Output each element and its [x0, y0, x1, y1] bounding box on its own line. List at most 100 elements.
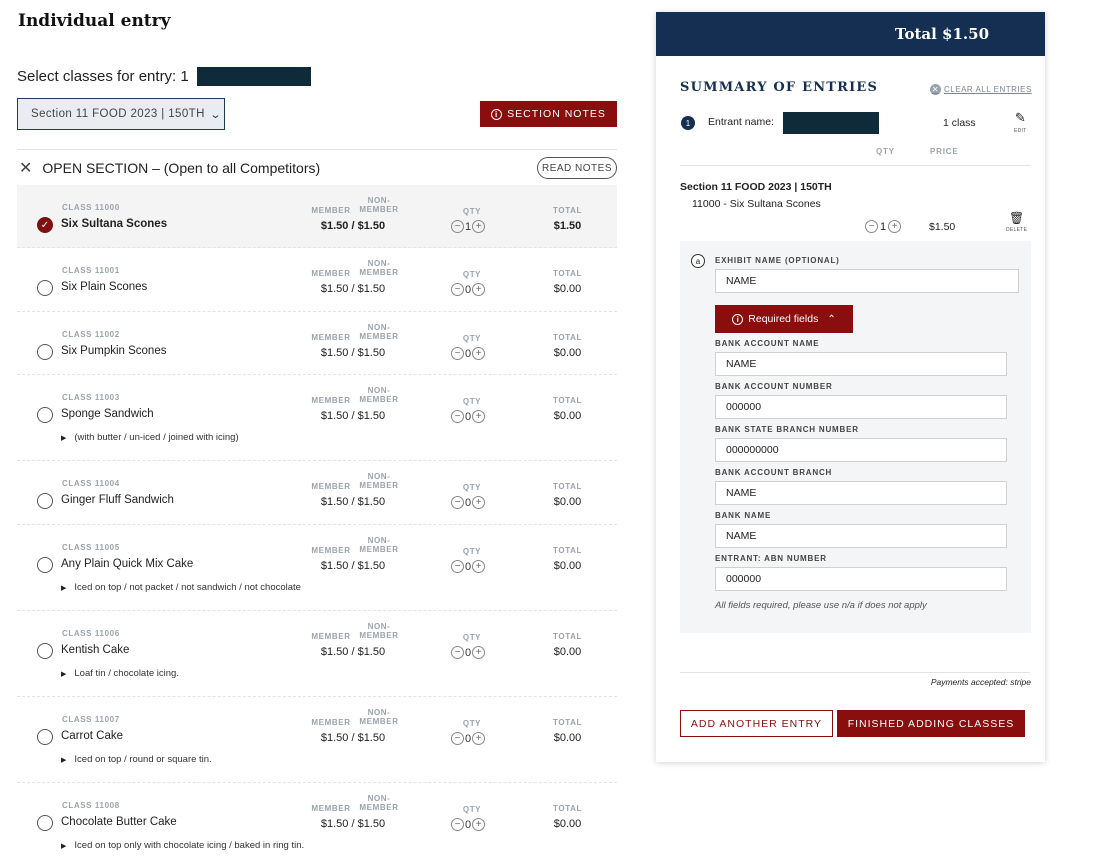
edit-label: EDIT — [1014, 128, 1027, 134]
class-price: $1.50 / $1.50 — [320, 347, 386, 359]
plus-circle-icon[interactable]: + — [472, 818, 486, 831]
plus-circle-icon[interactable]: + — [472, 732, 486, 745]
open-section-header: ✕ OPEN SECTION – (Open to all Competitor… — [17, 149, 617, 185]
minus-circle-icon[interactable]: − — [451, 410, 464, 423]
non-member-header-line1: NON- — [367, 472, 391, 481]
clear-all-entries-link[interactable]: ✕ CLEAR ALL ENTRIES — [930, 84, 1032, 95]
class-radio[interactable] — [37, 344, 53, 360]
non-member-header: NON- — [355, 259, 403, 268]
member-header: MEMBER — [311, 546, 351, 555]
minus-circle-icon[interactable]: − — [451, 646, 464, 659]
trash-icon: 🗑 — [1009, 211, 1025, 225]
required-field-input[interactable]: 000000 — [715, 395, 1007, 419]
minus-circle-icon[interactable]: − — [451, 220, 464, 233]
qty-header: QTY — [462, 207, 482, 216]
minus-circle-icon[interactable]: − — [451, 560, 464, 573]
required-field-label: BANK ACCOUNT NUMBER — [715, 382, 833, 391]
class-row[interactable]: CLASS 11001 Six Plain Scones NON- MEMBER MEM… — [17, 248, 617, 312]
qty-header: QTY — [462, 719, 482, 728]
plus-circle-icon[interactable]: + — [472, 646, 486, 659]
minus-circle-icon[interactable]: − — [451, 347, 464, 360]
required-field-input[interactable]: NAME — [715, 352, 1007, 376]
class-row[interactable]: CLASS 11003 Sponge Sandwich NON- MEMBER MEMB… — [17, 375, 617, 461]
class-code: CLASS 11005 — [62, 543, 120, 552]
class-row[interactable]: CLASS 11002 Six Pumpkin Scones NON- MEMBER M… — [17, 312, 617, 375]
class-row[interactable]: CLASS 11004 Ginger Fluff Sandwich NON- MEMB… — [17, 461, 617, 525]
class-name: Chocolate Butter Cake — [61, 816, 177, 828]
plus-circle-icon[interactable]: + — [472, 347, 486, 360]
class-price: $1.50 / $1.50 — [320, 220, 386, 232]
required-field-input[interactable]: 000000 — [715, 567, 1007, 591]
class-description[interactable]: ▶ Loaf tin / chocolate icing. — [61, 668, 179, 679]
class-radio[interactable] — [37, 557, 53, 573]
plus-circle-icon[interactable]: + — [472, 220, 486, 233]
close-icon: ✕ — [930, 84, 941, 95]
member-header: MEMBER — [311, 632, 351, 641]
minus-circle-icon[interactable]: − — [451, 496, 464, 509]
class-row[interactable]: ✓ CLASS 11000 Six Sultana Scones NON- MEMBER… — [17, 185, 617, 248]
total-header: TOTAL — [553, 206, 582, 215]
required-field-label: BANK NAME — [715, 511, 772, 520]
plus-circle-icon[interactable]: + — [472, 560, 486, 573]
class-radio[interactable] — [37, 815, 53, 831]
minus-circle-icon[interactable]: − — [451, 818, 464, 831]
caret-right-icon: ▶ — [61, 584, 67, 592]
class-row[interactable]: CLASS 11008 Chocolate Butter Cake NON- MEMB… — [17, 783, 617, 861]
member-header: MEMBER — [311, 269, 351, 278]
summary-section-title: Section 11 FOOD 2023 | 150TH — [680, 181, 832, 193]
required-field-input[interactable]: NAME — [715, 481, 1007, 505]
required-field-input[interactable]: 000000000 — [715, 438, 1007, 462]
class-description[interactable]: ▶ Iced on top / not packet / not sandwich… — [61, 582, 301, 593]
class-list: ✓ CLASS 11000 Six Sultana Scones NON- MEMBER… — [17, 185, 617, 861]
qty-header: QTY — [462, 483, 482, 492]
delete-item-button[interactable]: 🗑 DELETE — [1006, 212, 1027, 236]
qty-header: QTY — [462, 805, 482, 814]
class-radio[interactable] — [37, 280, 53, 296]
minus-circle-icon[interactable]: − — [451, 283, 464, 296]
plus-circle-icon[interactable]: + — [472, 410, 486, 423]
member-header: MEMBER — [311, 206, 351, 215]
close-icon[interactable]: ✕ — [19, 158, 32, 178]
non-member-header: NON- — [355, 794, 403, 803]
class-description[interactable]: ▶ Iced on top / round or square tin. — [61, 754, 212, 765]
class-row[interactable]: CLASS 11007 Carrot Cake NON- MEMBER MEMBER QT… — [17, 697, 617, 783]
qty-stepper: −0 + — [451, 347, 486, 360]
qty-value: 0 — [465, 560, 472, 573]
class-name: Any Plain Quick Mix Cake — [61, 558, 194, 570]
add-another-entry-button[interactable]: ADD ANOTHER ENTRY — [680, 710, 833, 737]
plus-circle-icon[interactable]: + — [472, 496, 486, 509]
page-title: Individual entry — [18, 11, 171, 31]
class-checkbox-checked[interactable]: ✓ — [37, 217, 53, 233]
entrant-name-label: Entrant name: — [708, 116, 774, 128]
minus-circle-icon[interactable]: − — [865, 220, 878, 233]
minus-circle-icon[interactable]: − — [451, 732, 464, 745]
edit-entry-button[interactable]: ✎ EDIT — [1014, 111, 1027, 137]
class-total: $0.00 — [553, 347, 582, 359]
class-code: CLASS 11007 — [62, 715, 120, 724]
required-fields-toggle[interactable]: i Required fields ⌃ — [715, 305, 853, 333]
class-row[interactable]: CLASS 11006 Kentish Cake NON- MEMBER MEMBER Q… — [17, 611, 617, 697]
non-member-header-line2: MEMBER — [359, 395, 399, 404]
class-radio[interactable] — [37, 493, 53, 509]
total-header: TOTAL — [553, 269, 582, 278]
section-dropdown[interactable]: Section 11 FOOD 2023 | 150TH ⌄ — [17, 98, 225, 130]
total-header: TOTAL — [553, 718, 582, 727]
total-header: Total $1.50 — [656, 12, 1045, 56]
class-radio[interactable] — [37, 729, 53, 745]
class-radio[interactable] — [37, 407, 53, 423]
class-description[interactable]: ▶ (with butter / un-iced / joined with ic… — [61, 432, 239, 443]
qty-stepper: −0 + — [451, 410, 486, 423]
class-radio[interactable] — [37, 643, 53, 659]
class-description[interactable]: ▶ Iced on top only with chocolate icing /… — [61, 840, 304, 851]
select-classes-label: Select classes for entry: 1 — [17, 68, 189, 85]
class-total: $0.00 — [553, 410, 582, 422]
section-notes-button[interactable]: i SECTION NOTES — [480, 101, 617, 127]
summary-divider — [680, 165, 1030, 166]
class-row[interactable]: CLASS 11005 Any Plain Quick Mix Cake NON- M… — [17, 525, 617, 611]
plus-circle-icon[interactable]: + — [472, 283, 486, 296]
required-field-input[interactable]: NAME — [715, 524, 1007, 548]
plus-circle-icon[interactable]: + — [888, 220, 902, 233]
finished-adding-classes-button[interactable]: FINISHED ADDING CLASSES — [837, 710, 1025, 737]
exhibit-name-input[interactable]: NAME — [715, 269, 1019, 293]
read-notes-button[interactable]: READ NOTES — [537, 157, 617, 179]
